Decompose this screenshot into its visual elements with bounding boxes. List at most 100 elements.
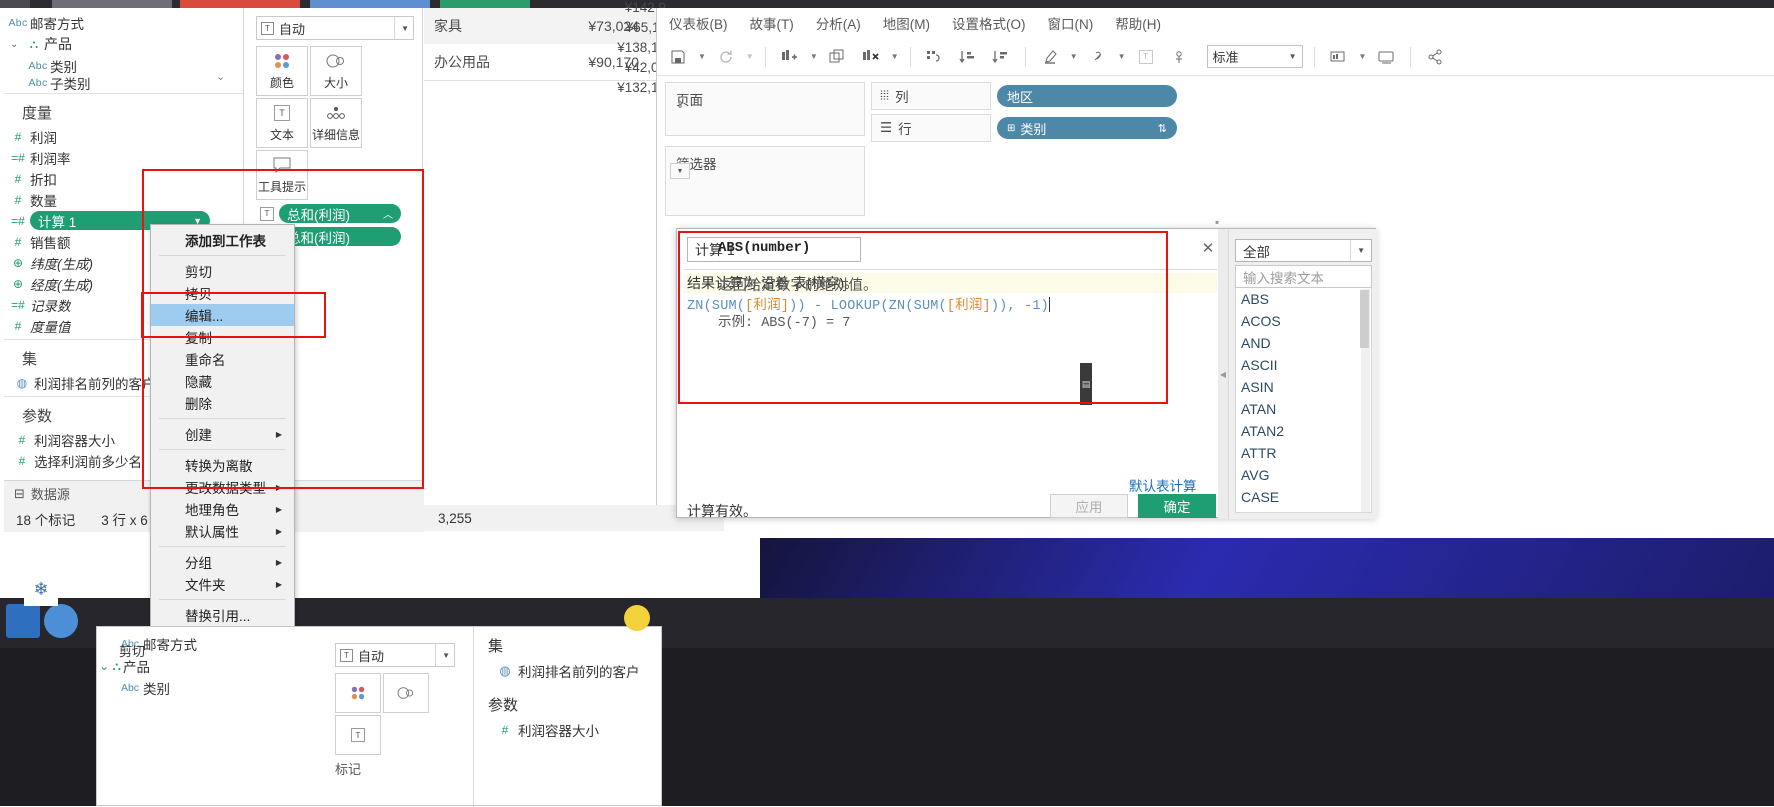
taskbar-start-icon[interactable] (6, 604, 40, 638)
context-menu-item[interactable]: 重命名 (151, 348, 294, 370)
context-menu-item[interactable]: 复制 (151, 326, 294, 348)
dialog-splitter[interactable]: ◀ (1218, 229, 1228, 519)
context-menu-item[interactable]: 添加到工作表 (151, 229, 294, 251)
refresh-icon[interactable] (713, 44, 739, 70)
menu-story[interactable]: 故事(T) (750, 13, 794, 33)
swap-icon[interactable] (922, 44, 948, 70)
context-menu-item[interactable]: 创建 ▶ (151, 423, 294, 445)
mark-type-select[interactable]: T 自动 ▼ (256, 16, 414, 40)
measure-row[interactable]: # 利润 (4, 126, 243, 147)
marks-size-button[interactable]: 大小 (310, 46, 362, 96)
chevron-down-icon[interactable]: ⌄ (10, 39, 24, 50)
chevron-down-icon[interactable]: ▼ (1350, 240, 1371, 261)
plus-box-icon[interactable]: ⊞ (1007, 123, 1015, 134)
chevron-down-icon[interactable]: ▼ (1118, 52, 1126, 61)
default-table-calc-link[interactable]: 默认表计算 (1129, 475, 1197, 495)
context-menu-item[interactable]: 编辑... (151, 304, 294, 326)
function-list-item[interactable]: CASE (1236, 486, 1371, 508)
pages-shelf[interactable]: 页面 (665, 82, 865, 136)
function-search-input[interactable]: 输入搜索文本 (1235, 265, 1372, 288)
chevron-up-icon[interactable]: ︿ (383, 206, 393, 221)
context-menu-item[interactable]: 文件夹 ▶ (151, 573, 294, 595)
duplicate-sheet-icon[interactable] (825, 44, 851, 70)
function-list-item[interactable]: ASCII (1236, 354, 1371, 376)
bw-set-item[interactable]: ◍ 利润排名前列的客户 (474, 660, 663, 682)
chevron-down-icon[interactable]: ▼ (1289, 52, 1297, 61)
new-worksheet-icon[interactable] (777, 44, 803, 70)
function-list-item[interactable]: ATAN (1236, 398, 1371, 420)
field-row-subcategory[interactable]: Abc 子类别 (4, 76, 243, 90)
menu-analysis[interactable]: 分析(A) (816, 13, 861, 33)
field-row-category[interactable]: Abc 类别 (4, 55, 243, 76)
chevron-down-icon[interactable]: ▼ (698, 52, 706, 61)
bw-mark-type-select[interactable]: T 自动 ▼ (335, 643, 455, 667)
menu-format[interactable]: 设置格式(O) (952, 13, 1026, 33)
rows-shelf[interactable]: ☰ 行 ⊞ 类别 ⇅ (871, 114, 1291, 142)
share-icon[interactable] (1422, 44, 1448, 70)
marks-detail-button[interactable]: 详细信息 (310, 98, 362, 148)
menu-help[interactable]: 帮助(H) (1115, 13, 1161, 33)
context-menu-item[interactable]: 替换引用... (151, 604, 294, 626)
snowflake-icon[interactable]: ❄ (24, 572, 58, 606)
save-icon[interactable] (665, 44, 691, 70)
sort-asc-icon[interactable] (955, 44, 981, 70)
context-menu-item[interactable]: 剪切 (151, 260, 294, 282)
context-menu-item[interactable]: 地理角色 ▶ (151, 498, 294, 520)
function-list-item[interactable]: ASIN (1236, 376, 1371, 398)
marks-pill-row-1[interactable]: T 总和(利润) ︿ (260, 204, 422, 223)
chevron-down-icon[interactable]: ▼ (891, 52, 899, 61)
bw-param-item[interactable]: # 利润容器大小 (474, 719, 663, 741)
clear-sheet-icon[interactable] (858, 44, 884, 70)
context-menu[interactable]: 添加到工作表 剪切 拷贝 编辑... 复制 重命名 隐藏 删除创建 ▶ 转换为离散 更改数据类型 ▶ 地… (150, 224, 295, 646)
presentation-icon[interactable] (1166, 44, 1192, 70)
menu-window[interactable]: 窗口(N) (1048, 13, 1094, 33)
context-menu-item[interactable]: 删除 (151, 392, 294, 414)
menu-dashboard[interactable]: 仪表板(B) (669, 13, 728, 33)
function-list-item[interactable]: ATTR (1236, 442, 1371, 464)
menu-map[interactable]: 地图(M) (883, 13, 930, 33)
ok-button[interactable]: 确定 (1138, 494, 1216, 518)
bw-marks-color-button[interactable] (335, 673, 381, 713)
label-icon[interactable]: T (1133, 44, 1159, 70)
marks-pill-sum-profit[interactable]: 总和(利润) ︿ (279, 204, 401, 223)
chevron-down-icon[interactable]: ▼ (435, 644, 450, 666)
context-menu-item[interactable]: 拷贝 (151, 282, 294, 304)
sort-desc-icon[interactable] (988, 44, 1014, 70)
context-menu-item[interactable]: 隐藏 (151, 370, 294, 392)
hierarchy-product[interactable]: ⌄ ⛬ 产品 (4, 33, 243, 55)
measure-row[interactable]: =# 利润率 (4, 147, 243, 168)
pill-region[interactable]: 地区 (997, 85, 1177, 107)
function-category-select[interactable]: 全部 ▼ (1235, 239, 1372, 262)
chevron-down-icon[interactable]: ▼ (1359, 52, 1367, 61)
function-list-item[interactable]: ACOS (1236, 310, 1371, 332)
close-icon[interactable]: ✕ (1199, 239, 1217, 257)
fix-axis-icon[interactable] (1085, 44, 1111, 70)
marks-tooltip-button[interactable]: 工具提示 (256, 150, 308, 200)
function-list-item[interactable]: ATAN2 (1236, 420, 1371, 442)
columns-shelf[interactable]: ⦙⦙⦙ 列 地区 (871, 82, 1291, 110)
taskbar-app-icon[interactable] (44, 604, 78, 638)
context-menu-item[interactable]: 更改数据类型 ▶ (151, 476, 294, 498)
bw-marks-text-button[interactable]: T (335, 715, 381, 755)
updown-icon[interactable]: ⇕ (676, 100, 684, 111)
collapse-right-icon[interactable]: ▪ (1215, 215, 1219, 229)
marks-text-button[interactable]: T 文本 (256, 98, 308, 148)
measure-row[interactable]: # 数量 (4, 189, 243, 210)
marks-pill-sum-profit-2[interactable]: 总和(利润) (279, 227, 401, 246)
filters-dropdown-icon[interactable]: ▼ (670, 163, 690, 179)
context-menu-item[interactable]: 默认属性 ▶ (151, 520, 294, 542)
chevron-down-icon[interactable]: ▼ (394, 17, 409, 39)
marks-color-button[interactable]: 颜色 (256, 46, 308, 96)
scrollbar-thumb[interactable] (1360, 290, 1369, 348)
context-menu-item[interactable]: 转换为离散 (151, 454, 294, 476)
help-scroll-handle[interactable]: ▤ (1080, 363, 1092, 405)
chevron-down-icon[interactable]: ▼ (746, 52, 754, 61)
chevron-down-icon[interactable]: ▼ (1070, 52, 1078, 61)
function-list-scrollbar[interactable] (1360, 289, 1370, 512)
highlight-icon[interactable] (1037, 44, 1063, 70)
context-menu-item[interactable]: 分组 ▶ (151, 551, 294, 573)
filters-shelf[interactable]: 筛选器 (665, 146, 865, 216)
function-list[interactable]: ABS ACOS AND ASCII ASIN ATAN ATAN2 ATTR AVG CASE (1235, 288, 1372, 513)
sort-icon[interactable]: ⇅ (1158, 122, 1167, 135)
device-preview-icon[interactable] (1373, 44, 1399, 70)
